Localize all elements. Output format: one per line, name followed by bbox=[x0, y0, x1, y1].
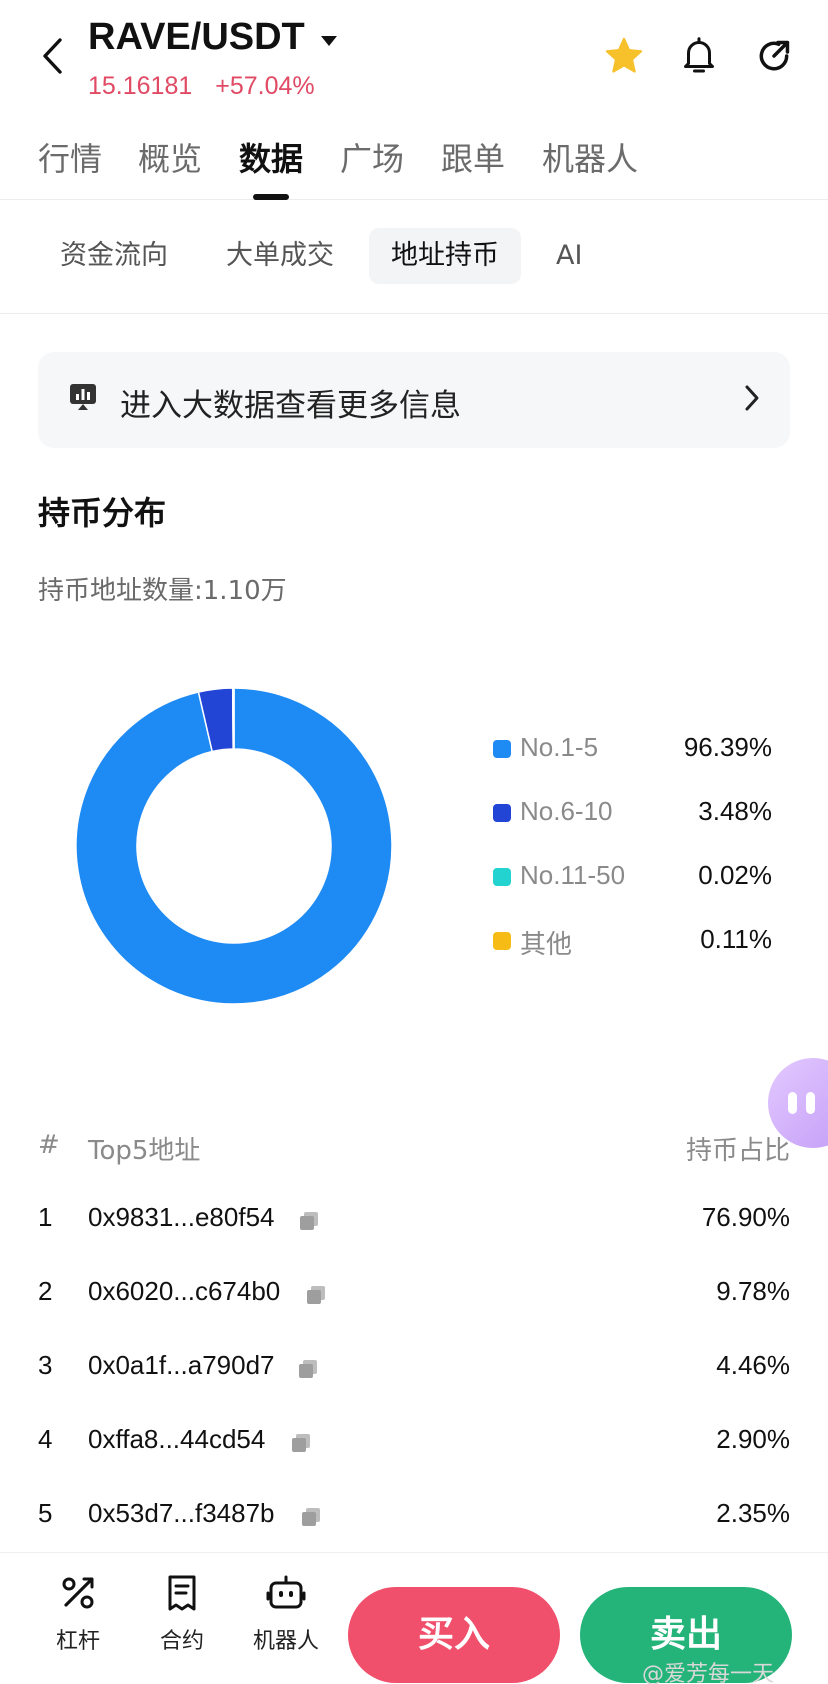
alert-button[interactable] bbox=[677, 34, 721, 78]
tab-market[interactable]: 行情 bbox=[38, 134, 102, 180]
assistant-eye bbox=[788, 1092, 797, 1114]
legend-label: 其他 bbox=[520, 929, 573, 959]
bell-icon bbox=[684, 37, 714, 73]
row-index: 1 bbox=[38, 1202, 53, 1232]
legend-row: No.6-10 3.48% bbox=[490, 794, 790, 834]
copy-icon[interactable] bbox=[300, 1504, 322, 1526]
copy-icon[interactable] bbox=[305, 1282, 327, 1304]
copy-icon[interactable] bbox=[290, 1430, 312, 1452]
col-address: Top5地址 bbox=[88, 1136, 201, 1166]
price-row: 15.16181 +57.04% bbox=[88, 72, 315, 101]
row-ratio: 9.78% bbox=[716, 1276, 790, 1306]
main-tabs: 行情 概览 数据 广场 跟单 机器人 bbox=[0, 128, 828, 200]
subtab-large-trades[interactable]: 大单成交 bbox=[204, 228, 356, 284]
section-title: 持币分布 bbox=[38, 494, 167, 532]
robot-label: 机器人 bbox=[252, 1629, 319, 1654]
legend-swatch bbox=[493, 932, 511, 950]
table-row: 3 0x0a1f...a790d7 4.46% bbox=[0, 1346, 828, 1390]
copy-icon[interactable] bbox=[297, 1356, 319, 1378]
row-address: 0x6020...c674b0 bbox=[88, 1276, 281, 1306]
legend-value: 0.11% bbox=[700, 924, 772, 954]
legend-label: No.11-50 bbox=[520, 860, 626, 890]
holding-distribution-donut bbox=[75, 687, 393, 1005]
table-row: 1 0x9831...e80f54 76.90% bbox=[0, 1198, 828, 1242]
donut-slice-其他 bbox=[232, 687, 235, 750]
row-ratio: 4.46% bbox=[716, 1350, 790, 1380]
price-change: +57.04% bbox=[215, 72, 315, 100]
row-index: 4 bbox=[38, 1424, 53, 1454]
tab-overview[interactable]: 概览 bbox=[138, 134, 202, 180]
subtab-fund-flow[interactable]: 资金流向 bbox=[38, 228, 190, 284]
contract-button[interactable]: 合约 bbox=[142, 1573, 222, 1655]
watermark: @爱芳每一天 bbox=[642, 1662, 775, 1684]
share-icon bbox=[759, 40, 790, 71]
star-icon bbox=[605, 37, 643, 73]
row-index: 2 bbox=[38, 1276, 53, 1306]
table-row: 2 0x6020...c674b0 9.78% bbox=[0, 1272, 828, 1316]
robot-icon bbox=[266, 1575, 306, 1609]
row-index: 3 bbox=[38, 1350, 53, 1380]
leverage-button[interactable]: 杠杆 bbox=[38, 1573, 118, 1655]
robot-button[interactable]: 机器人 bbox=[246, 1573, 326, 1655]
holders-table-header: # Top5地址 持币占比 bbox=[0, 1130, 828, 1170]
legend-value: 96.39% bbox=[683, 732, 772, 762]
legend-label: No.1-5 bbox=[520, 732, 599, 762]
row-address: 0x53d7...f3487b bbox=[88, 1498, 275, 1528]
banner-text: 进入大数据查看更多信息 bbox=[120, 388, 461, 424]
legend-value: 0.02% bbox=[698, 860, 772, 890]
tab-copy-trade[interactable]: 跟单 bbox=[441, 134, 505, 180]
legend-label: No.6-10 bbox=[520, 796, 613, 826]
tab-square[interactable]: 广场 bbox=[340, 134, 404, 180]
legend-swatch bbox=[493, 740, 511, 758]
row-address: 0x0a1f...a790d7 bbox=[88, 1350, 275, 1380]
contract-icon bbox=[168, 1575, 196, 1611]
col-ratio: 持币占比 bbox=[685, 1136, 790, 1166]
subtab-address-holdings[interactable]: 地址持币 bbox=[369, 228, 521, 284]
legend-swatch bbox=[493, 868, 511, 886]
row-ratio: 2.35% bbox=[716, 1498, 790, 1528]
sub-tabs: 资金流向 大单成交 地址持币 AI bbox=[0, 228, 828, 314]
assistant-eye bbox=[806, 1092, 815, 1114]
address-count: 持币地址数量:1.10万 bbox=[38, 570, 287, 607]
pair-title[interactable]: RAVE/USDT bbox=[88, 16, 305, 59]
share-button[interactable] bbox=[752, 34, 796, 78]
address-count-value: 1.10万 bbox=[202, 576, 287, 606]
tab-bot[interactable]: 机器人 bbox=[542, 134, 638, 180]
last-price: 15.16181 bbox=[88, 72, 193, 100]
favorite-button[interactable] bbox=[602, 34, 646, 78]
leverage-label: 杠杆 bbox=[55, 1629, 100, 1654]
row-index: 5 bbox=[38, 1498, 53, 1528]
table-row: 5 0x53d7...f3487b 2.35% bbox=[0, 1494, 828, 1538]
big-data-banner[interactable]: 进入大数据查看更多信息 bbox=[38, 352, 790, 448]
chevron-right-icon bbox=[744, 384, 760, 416]
row-address: 0xffa8...44cd54 bbox=[88, 1424, 266, 1454]
caret-down-icon[interactable] bbox=[320, 32, 338, 51]
col-index: # bbox=[38, 1130, 60, 1160]
table-row: 4 0xffa8...44cd54 2.90% bbox=[0, 1420, 828, 1464]
legend-row: No.11-50 0.02% bbox=[490, 858, 790, 898]
row-ratio: 76.90% bbox=[701, 1202, 790, 1232]
legend-swatch bbox=[493, 804, 511, 822]
leverage-icon bbox=[62, 1577, 94, 1609]
active-tab-indicator bbox=[253, 194, 289, 200]
legend-row: No.1-5 96.39% bbox=[490, 730, 790, 770]
header: RAVE/USDT 15.16181 +57.04% bbox=[0, 0, 828, 110]
back-icon bbox=[43, 38, 62, 74]
back-button[interactable] bbox=[34, 34, 70, 78]
row-address: 0x9831...e80f54 bbox=[88, 1202, 275, 1232]
contract-label: 合约 bbox=[159, 1629, 204, 1654]
subtab-ai[interactable]: AI bbox=[534, 228, 604, 284]
tab-data[interactable]: 数据 bbox=[239, 134, 303, 180]
address-count-label: 持币地址数量: bbox=[38, 576, 203, 606]
row-ratio: 2.90% bbox=[716, 1424, 790, 1454]
big-data-icon bbox=[68, 382, 98, 412]
legend-row: 其他 0.11% bbox=[490, 922, 790, 962]
copy-icon[interactable] bbox=[298, 1208, 320, 1230]
buy-button[interactable]: 买入 bbox=[348, 1587, 560, 1683]
legend-value: 3.48% bbox=[698, 796, 772, 826]
